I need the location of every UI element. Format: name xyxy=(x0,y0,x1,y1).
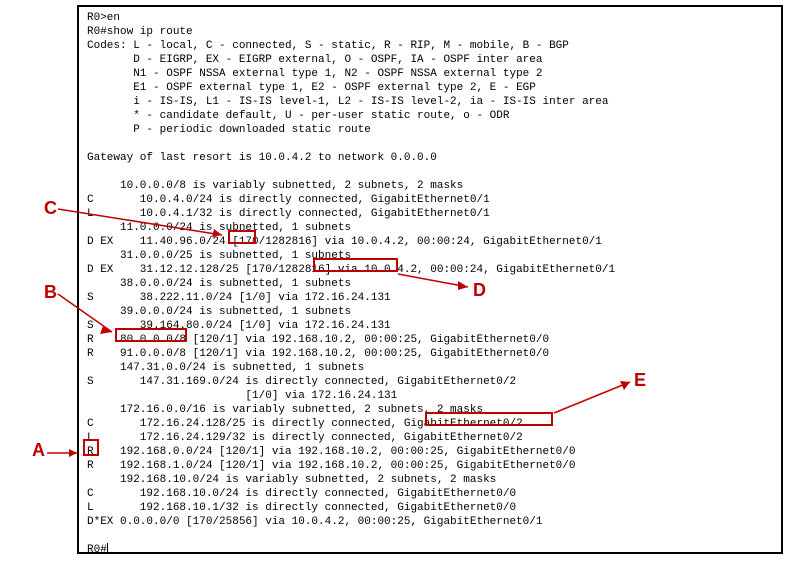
route-line: 172.16.0.0/16 is variably subnetted, 2 s… xyxy=(87,403,773,417)
route-line: 10.0.0.0/8 is variably subnetted, 2 subn… xyxy=(87,179,773,193)
command-line: R0#show ip route xyxy=(87,25,773,39)
route-line: 39.0.0.0/24 is subnetted, 1 subnets xyxy=(87,305,773,319)
route-line: R 192.168.1.0/24 [120/1] via 192.168.10.… xyxy=(87,459,773,473)
route-line: C 192.168.10.0/24 is directly connected,… xyxy=(87,487,773,501)
prompt-end: R0# xyxy=(87,543,773,554)
route-line: L 172.16.24.129/32 is directly connected… xyxy=(87,431,773,445)
codes-line: P - periodic downloaded static route xyxy=(87,123,773,137)
label-a: A xyxy=(32,440,45,461)
prompt-enable: R0>en xyxy=(87,11,773,25)
blank-line xyxy=(87,165,773,179)
route-line: S 39.164.80.0/24 [1/0] via 172.16.24.131 xyxy=(87,319,773,333)
route-line: S 147.31.169.0/24 is directly connected,… xyxy=(87,375,773,389)
route-line: L 192.168.10.1/32 is directly connected,… xyxy=(87,501,773,515)
blank-line xyxy=(87,529,773,543)
blank-line xyxy=(87,137,773,151)
route-line: 38.0.0.0/24 is subnetted, 1 subnets xyxy=(87,277,773,291)
codes-line: D - EIGRP, EX - EIGRP external, O - OSPF… xyxy=(87,53,773,67)
codes-line: E1 - OSPF external type 1, E2 - OSPF ext… xyxy=(87,81,773,95)
route-line: L 10.0.4.1/32 is directly connected, Gig… xyxy=(87,207,773,221)
label-d: D xyxy=(473,280,486,301)
route-line: 11.0.0.0/24 is subnetted, 1 subnets xyxy=(87,221,773,235)
route-line: 31.0.0.0/25 is subnetted, 1 subnets xyxy=(87,249,773,263)
codes-line: N1 - OSPF NSSA external type 1, N2 - OSP… xyxy=(87,67,773,81)
route-line: D EX 11.40.96.0/24 [170/1282816] via 10.… xyxy=(87,235,773,249)
gateway-line: Gateway of last resort is 10.0.4.2 to ne… xyxy=(87,151,773,165)
route-line: C 172.16.24.128/25 is directly connected… xyxy=(87,417,773,431)
codes-line: * - candidate default, U - per-user stat… xyxy=(87,109,773,123)
codes-line: Codes: L - local, C - connected, S - sta… xyxy=(87,39,773,53)
route-line: R 91.0.0.0/8 [120/1] via 192.168.10.2, 0… xyxy=(87,347,773,361)
label-c: C xyxy=(44,198,57,219)
route-line: 147.31.0.0/24 is subnetted, 1 subnets xyxy=(87,361,773,375)
route-line: D*EX 0.0.0.0/0 [170/25856] via 10.0.4.2,… xyxy=(87,515,773,529)
route-line: S 38.222.11.0/24 [1/0] via 172.16.24.131 xyxy=(87,291,773,305)
route-line: C 10.0.4.0/24 is directly connected, Gig… xyxy=(87,193,773,207)
terminal-window: R0>en R0#show ip route Codes: L - local,… xyxy=(77,5,783,554)
route-line: R 80.0.0.0/8 [120/1] via 192.168.10.2, 0… xyxy=(87,333,773,347)
route-line: [1/0] via 172.16.24.131 xyxy=(87,389,773,403)
label-e: E xyxy=(634,370,646,391)
label-b: B xyxy=(44,282,57,303)
route-line: R 192.168.0.0/24 [120/1] via 192.168.10.… xyxy=(87,445,773,459)
codes-line: i - IS-IS, L1 - IS-IS level-1, L2 - IS-I… xyxy=(87,95,773,109)
route-line: 192.168.10.0/24 is variably subnetted, 2… xyxy=(87,473,773,487)
route-line: D EX 31.12.12.128/25 [170/1282816] via 1… xyxy=(87,263,773,277)
